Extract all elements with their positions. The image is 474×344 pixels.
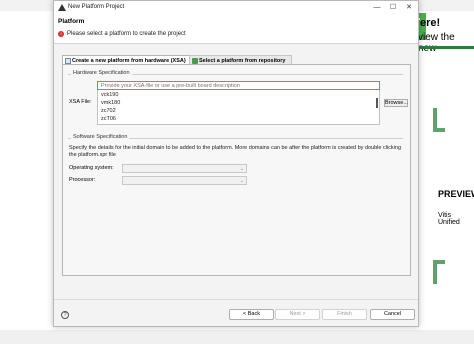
xsa-file-label: XSA File: bbox=[69, 99, 92, 105]
close-button[interactable]: ✕ bbox=[404, 3, 414, 12]
chevron-down-icon: ⌄ bbox=[239, 166, 244, 172]
dialog-titlebar[interactable]: New Platform Project — ☐ ✕ bbox=[54, 1, 418, 14]
footer-divider bbox=[54, 299, 418, 300]
cancel-button[interactable]: Cancel bbox=[370, 309, 415, 320]
list-item[interactable]: zcT06 bbox=[101, 116, 116, 122]
processor-label: Processor: bbox=[69, 177, 96, 183]
background-accent-bar bbox=[418, 46, 474, 49]
xsa-file-input[interactable] bbox=[97, 81, 380, 90]
amd-logo-icon bbox=[58, 4, 66, 11]
back-button[interactable]: < Back bbox=[229, 309, 274, 320]
list-item[interactable]: zc702 bbox=[101, 108, 116, 114]
background-subheading: view the new bbox=[418, 32, 455, 54]
taskbar bbox=[0, 330, 474, 344]
software-spec-description: Specify the details for the initial doma… bbox=[69, 145, 402, 158]
wizard-header: Platform ! Please select a platform to c… bbox=[54, 14, 418, 44]
list-scrollbar[interactable] bbox=[376, 98, 378, 108]
processor-select[interactable]: ⌄ bbox=[122, 176, 247, 185]
operating-system-select[interactable]: ⌄ bbox=[122, 164, 247, 173]
chevron-down-icon: ⌄ bbox=[239, 178, 244, 184]
background-bracket-top-2 bbox=[433, 260, 445, 264]
hardware-spec-label: Hardware Specification bbox=[71, 70, 132, 76]
new-platform-dialog: New Platform Project — ☐ ✕ Platform ! Pl… bbox=[53, 0, 419, 327]
error-icon: ! bbox=[58, 31, 64, 37]
background-bracket-foot bbox=[433, 128, 445, 132]
background-heading: ere! bbox=[420, 17, 441, 29]
background-vitis-label: Vitis Unified bbox=[438, 212, 460, 226]
browse-button[interactable]: Browse... bbox=[384, 99, 408, 107]
board-list[interactable]: vck190 vmk180 zc702 zcT06 bbox=[97, 90, 380, 125]
operating-system-label: Operating system: bbox=[69, 165, 114, 171]
page-title: Platform bbox=[58, 18, 85, 25]
list-item[interactable]: vmk180 bbox=[101, 100, 120, 106]
next-button[interactable]: Next > bbox=[275, 309, 320, 320]
finish-button[interactable]: Finish bbox=[322, 309, 367, 320]
software-spec-label: Software Specification bbox=[71, 134, 130, 140]
dialog-title: New Platform Project bbox=[68, 4, 125, 10]
minimize-button[interactable]: — bbox=[372, 3, 382, 12]
tab-panel: Hardware Specification XSA File: vck190 … bbox=[62, 64, 411, 276]
list-item[interactable]: vck190 bbox=[101, 92, 118, 98]
background-preview-label: PREVIEW bbox=[438, 189, 474, 199]
maximize-button[interactable]: ☐ bbox=[388, 3, 398, 12]
header-message: Please select a platform to create the p… bbox=[67, 31, 186, 37]
help-icon[interactable]: ? bbox=[61, 311, 69, 319]
